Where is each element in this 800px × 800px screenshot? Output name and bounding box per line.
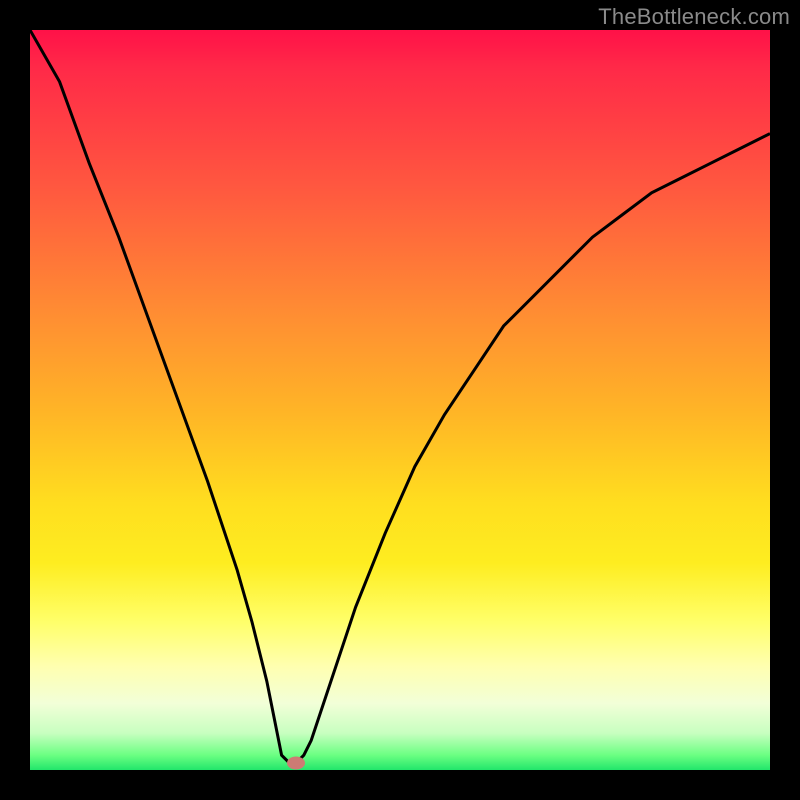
chart-container: TheBottleneck.com [0, 0, 800, 800]
curve-path [30, 30, 770, 763]
attribution-text: TheBottleneck.com [598, 4, 790, 30]
bottleneck-curve [30, 30, 770, 770]
plot-area [30, 30, 770, 770]
optimum-marker [287, 756, 305, 769]
